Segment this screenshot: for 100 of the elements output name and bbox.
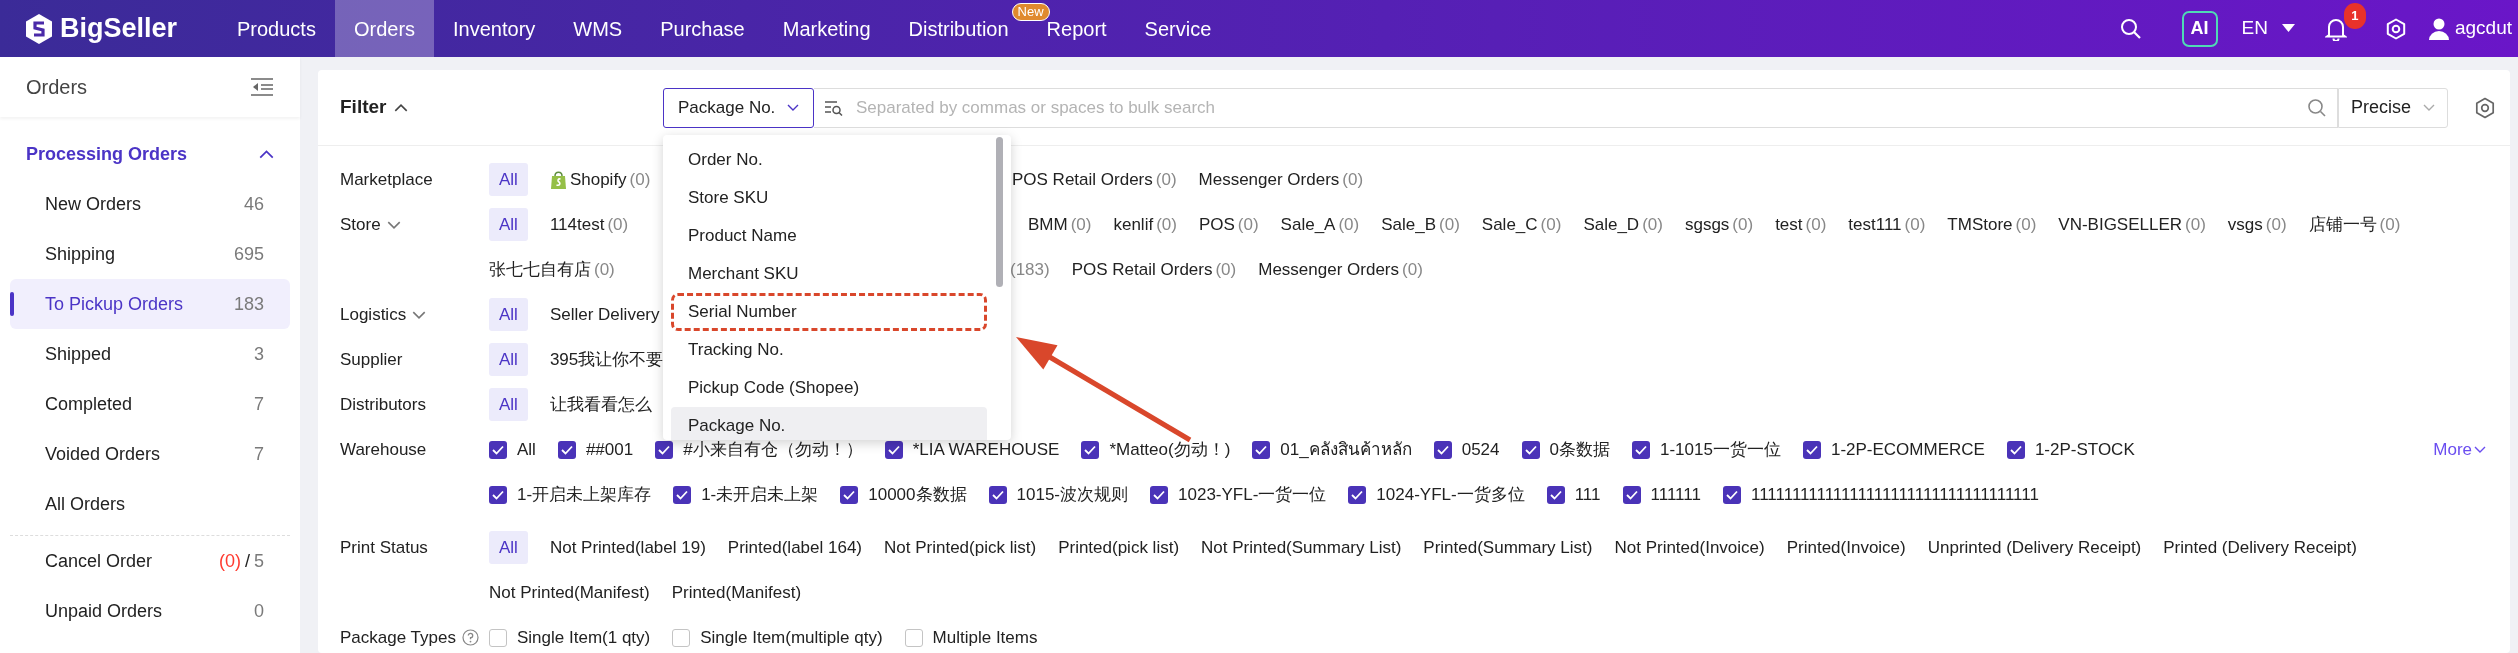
checkbox[interactable] [489,485,507,504]
dropdown-option[interactable]: Serial Number [671,293,987,331]
sidebar-item[interactable]: All Orders [10,479,290,529]
more-link[interactable]: More [2433,436,2486,463]
filter-option[interactable]: Printed(Summary List) [1423,534,1593,561]
checkbox[interactable] [673,485,692,504]
filter-option[interactable]: POS Retail Orders (0) [1012,166,1177,193]
filter-option[interactable]: (183) [1010,256,1050,283]
user-menu[interactable]: agcdut [2428,14,2512,43]
checkbox[interactable] [1252,440,1271,459]
filter-option[interactable]: Not Printed(label 19) [549,534,706,561]
checkbox[interactable] [672,628,691,647]
checkbox[interactable] [489,440,507,459]
nav-tab[interactable]: Inventory [434,0,555,57]
checkbox[interactable] [1802,440,1821,459]
filter-option[interactable]: Printed(Invoice) [1786,534,1906,561]
checkbox-option[interactable]: Single Item(1 qty) [489,624,651,651]
filter-option[interactable]: Printed(label 164) [727,534,863,561]
filter-option[interactable]: Sale_C (0) [1481,211,1562,238]
checkbox[interactable] [2006,440,2025,459]
filter-option[interactable]: All [489,162,528,197]
checkbox-option[interactable]: 01_คลังสินค้าหลัก [1252,436,1412,463]
filter-option[interactable]: 店铺一号 (0) [2308,211,2401,238]
checkbox-option[interactable]: 0条数据 [1521,436,1610,463]
filter-option[interactable]: TMStore (0) [1947,211,2037,238]
filter-option[interactable]: Printed(pick list) [1058,534,1180,561]
checkbox[interactable] [1546,485,1565,504]
settings-icon[interactable] [2384,17,2407,40]
sidebar-section[interactable]: Processing Orders [0,129,300,179]
filter-option[interactable]: All [489,207,528,242]
dropdown-option[interactable]: Tracking No. [671,331,987,369]
dropdown-option[interactable]: Package No. [671,407,987,440]
match-mode-select[interactable]: Precise [2338,87,2448,128]
filter-option[interactable]: POS (0) [1198,211,1259,238]
checkbox-option[interactable]: 1-2P-ECOMMERCE [1802,436,1985,463]
filter-option[interactable]: Printed(Manifest) [671,579,802,606]
filter-option[interactable]: All [489,342,528,377]
checkbox[interactable] [1081,440,1100,459]
filter-option[interactable]: test (0) [1775,211,1827,238]
checkbox[interactable] [1433,440,1452,459]
checkbox[interactable] [1722,485,1741,504]
sidebar-item[interactable]: Voided Orders 7 [10,429,290,479]
sidebar-item[interactable]: Shipping 695 [10,229,290,279]
filter-toggle[interactable]: Filter [340,93,409,122]
filter-option[interactable]: Sale_D (0) [1583,211,1663,238]
settings-icon[interactable] [2474,96,2496,119]
checkbox-option[interactable]: All [489,436,536,463]
dropdown-option[interactable]: Merchant SKU [671,255,987,293]
sidebar-item[interactable]: Cancel Order (0) / 5 [10,536,290,586]
search-type-select[interactable]: Package No. [663,87,814,128]
checkbox[interactable] [557,440,576,459]
checkbox-option[interactable]: 1023-YFL-一货一位 [1150,481,1327,508]
filter-option[interactable]: POS Retail Orders (0) [1071,256,1237,283]
checkbox-option[interactable]: 1-开启未上架库存 [489,481,652,508]
filter-option[interactable]: Not Printed(Manifest) [489,579,650,606]
checkbox[interactable] [1150,485,1168,504]
checkbox-option[interactable]: 1-1015一货一位 [1632,436,1781,463]
filter-option[interactable]: All [489,530,528,565]
checkbox-option[interactable]: 1-未开启未上架 [673,481,819,508]
filter-option[interactable]: kenlif (0) [1113,211,1177,238]
checkbox[interactable] [904,628,923,647]
nav-tab[interactable]: Service [1125,0,1231,57]
bell-icon[interactable] [2324,16,2347,41]
filter-option[interactable]: Not Printed(Invoice) [1614,534,1765,561]
filter-option[interactable]: 张七七自有店 (0) [489,256,615,283]
collapse-sidebar-icon[interactable] [250,77,274,97]
checkbox[interactable] [884,440,903,459]
checkbox[interactable] [1632,440,1650,459]
filter-option[interactable]: All [489,387,528,422]
help-icon[interactable] [461,629,479,646]
sidebar-item[interactable]: To Pickup Orders 183 [10,279,290,329]
filter-option[interactable]: test111 (0) [1848,211,1926,238]
scrollbar-thumb[interactable] [996,137,1003,287]
nav-tab[interactable]: Marketing [763,0,890,57]
dropdown-option[interactable]: Order No. [671,141,987,179]
filter-option[interactable]: Sale_A (0) [1280,211,1360,238]
nav-tab[interactable]: Orders [334,0,435,57]
checkbox[interactable] [1348,485,1367,504]
filter-option[interactable]: 让我看看怎么 [549,391,652,418]
checkbox[interactable] [1622,485,1641,504]
filter-option[interactable]: Unprinted (Delivery Receipt) [1927,534,2142,561]
sidebar-item[interactable]: New Orders 46 [10,179,290,229]
filter-option[interactable]: Not Printed(pick list) [884,534,1037,561]
ai-button[interactable]: AI [2181,10,2218,47]
filter-option[interactable]: Sale_B (0) [1381,211,1460,238]
filter-option[interactable]: Shopify (0) [549,166,651,193]
checkbox-option[interactable]: Single Item(multiple qty) [672,624,883,651]
filter-option[interactable]: vsgs (0) [2227,211,2287,238]
search-box[interactable]: Separated by commas or spaces to bulk search [814,87,2338,128]
checkbox-option[interactable]: Multiple Items [904,624,1038,651]
filter-option[interactable]: Printed (Delivery Receipt) [2163,534,2357,561]
checkbox-option[interactable]: *Matteo(勿动！) [1081,436,1231,463]
sidebar-item[interactable]: Shipped 3 [10,329,290,379]
filter-option[interactable]: Messenger Orders (0) [1198,166,1364,193]
filter-option[interactable]: 114test (0) [549,211,629,238]
filter-option[interactable]: VN-BIGSELLER (0) [2058,211,2206,238]
checkbox-option[interactable]: 1015-波次规则 [988,481,1128,508]
checkbox-option[interactable]: 11111111111111111111111111111111111 [1722,481,2039,508]
dropdown-option[interactable]: Pickup Code (Shopee) [671,369,987,407]
checkbox-option[interactable]: 1-2P-STOCK [2006,436,2135,463]
